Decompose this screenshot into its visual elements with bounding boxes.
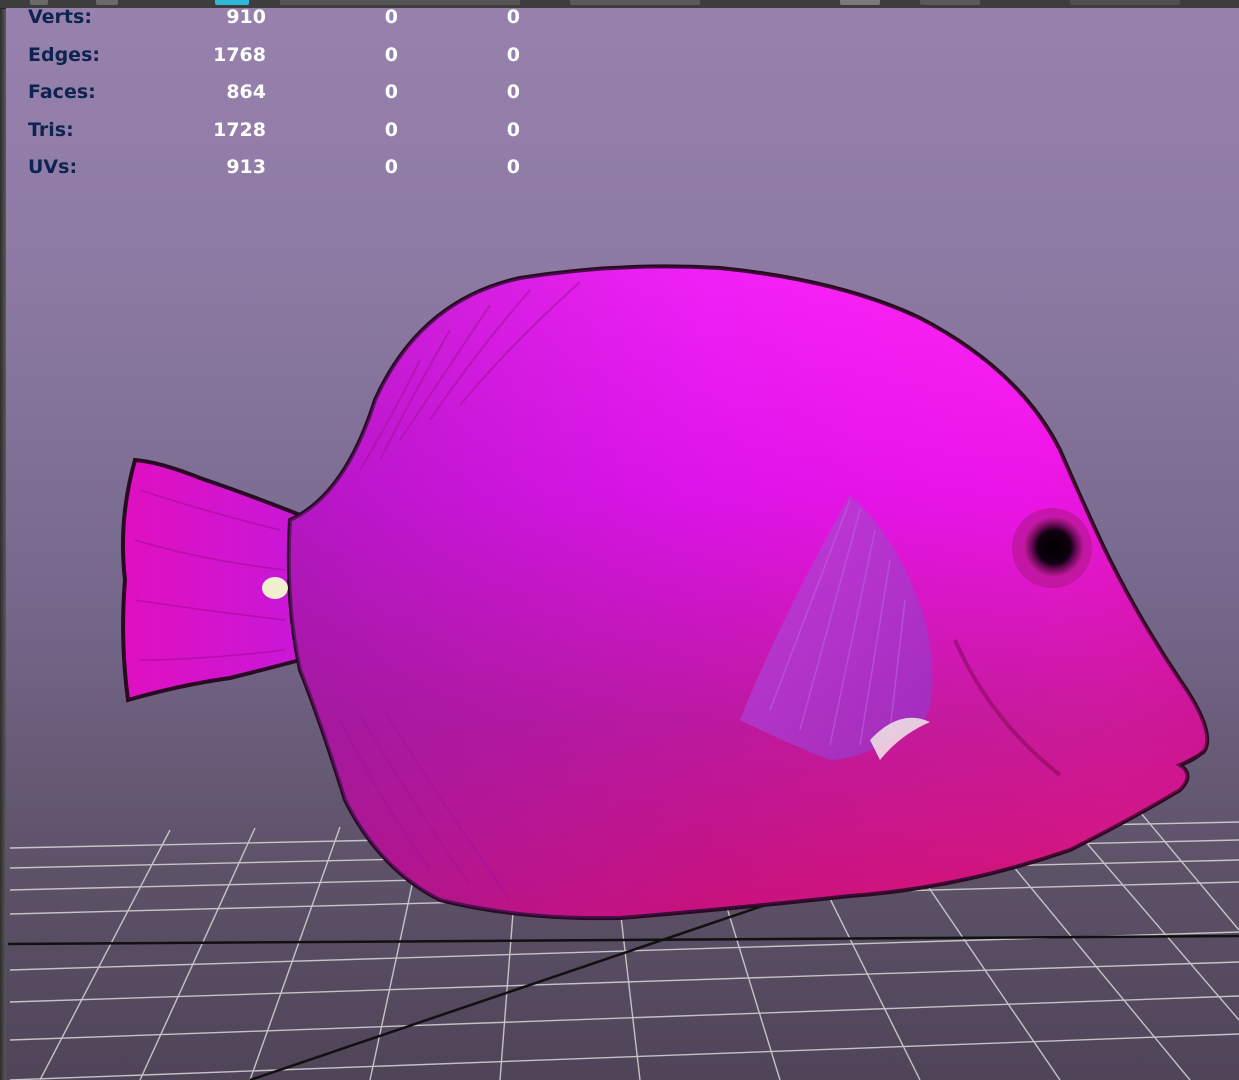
hud-label: Tris: [28, 118, 74, 141]
hud-value-selected: 0 [384, 156, 398, 178]
hud-value-selected: 0 [384, 118, 398, 141]
tail-spine-spot [262, 577, 288, 599]
hud-value-object: 864 [226, 81, 266, 103]
hud-value-object: 910 [226, 6, 266, 28]
hud-value-object: 1728 [213, 118, 266, 141]
hud-value-selected: 0 [384, 43, 398, 66]
hud-row-faces: Faces: 864 0 0 [28, 81, 528, 119]
hud-value-component: 0 [506, 43, 520, 66]
hud-label: UVs: [28, 156, 78, 178]
hud-label: Edges: [28, 43, 100, 66]
eye [1024, 517, 1084, 577]
hud-row-tris: Tris: 1728 0 0 [28, 119, 528, 157]
hud-value-object: 1768 [213, 43, 266, 66]
axis-lines [7, 898, 1239, 1080]
hud-row-uvs: UVs: 913 0 0 [28, 156, 528, 194]
poly-count-hud: Verts: 910 0 0 Edges: 1768 0 0 Faces: 86… [28, 6, 528, 194]
fish-model[interactable] [121, 264, 1210, 921]
hud-row-edges: Edges: 1768 0 0 [28, 44, 528, 82]
hud-label: Verts: [28, 6, 92, 28]
hud-row-verts: Verts: 910 0 0 [28, 6, 528, 44]
hud-value-object: 913 [226, 156, 266, 178]
hud-value-component: 0 [506, 156, 520, 178]
hud-value-selected: 0 [384, 6, 398, 28]
hud-label: Faces: [28, 81, 96, 103]
hud-value-selected: 0 [384, 81, 398, 103]
hud-value-component: 0 [506, 118, 520, 141]
hud-value-component: 0 [506, 81, 520, 103]
hud-value-component: 0 [506, 6, 520, 28]
